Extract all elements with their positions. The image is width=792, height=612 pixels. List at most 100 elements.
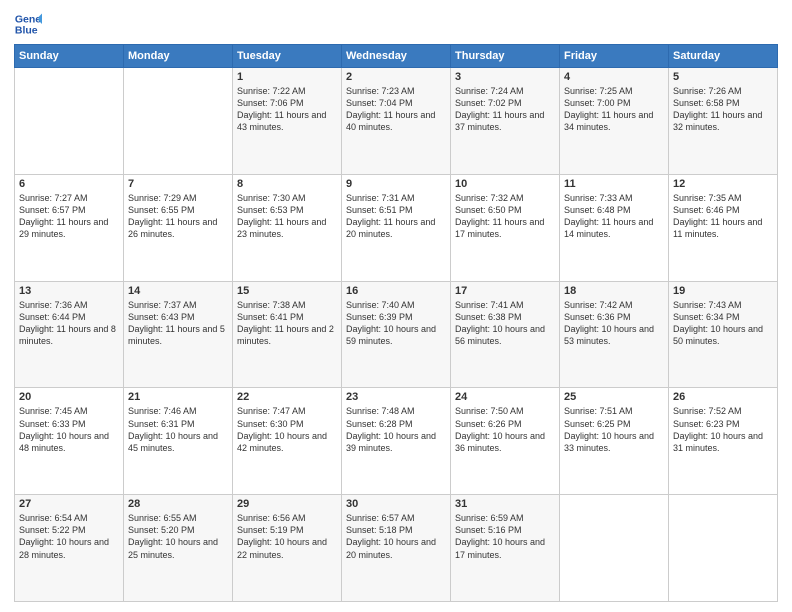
- day-cell: 30 Sunrise: 6:57 AM Sunset: 5:18 PM Dayli…: [342, 495, 451, 602]
- day-cell: 12 Sunrise: 7:35 AM Sunset: 6:46 PM Dayli…: [669, 174, 778, 281]
- calendar-table: SundayMondayTuesdayWednesdayThursdayFrid…: [14, 44, 778, 602]
- cell-info: Sunrise: 7:47 AM Sunset: 6:30 PM Dayligh…: [237, 405, 337, 454]
- cell-info: Sunrise: 7:29 AM Sunset: 6:55 PM Dayligh…: [128, 192, 228, 241]
- day-number: 3: [455, 71, 555, 83]
- day-cell: 14Sunrise: 7:37 AM Sunset: 6:43 PM Dayli…: [124, 281, 233, 388]
- day-cell: 29Sunrise: 6:56 AM Sunset: 5:19 PM Dayli…: [233, 495, 342, 602]
- week-row-3: 13 Sunrise: 7:36 AM Sunset: 6:44 PM Dayli…: [15, 281, 778, 388]
- cell-info: Sunrise: 7:37 AM Sunset: 6:43 PM Dayligh…: [128, 299, 228, 348]
- cell-info: Sunrise: 6:54 AM Sunset: 5:22 PM Dayligh…: [19, 512, 119, 561]
- day-cell: 13 Sunrise: 7:36 AM Sunset: 6:44 PM Dayli…: [15, 281, 124, 388]
- day-number: 12: [673, 178, 773, 190]
- day-cell: 27 Sunrise: 6:54 AM Sunset: 5:22 PM Dayli…: [15, 495, 124, 602]
- cell-info: Sunrise: 7:36 AM Sunset: 6:44 PM Dayligh…: [19, 299, 119, 348]
- day-cell: 8 Sunrise: 7:30 AM Sunset: 6:53 PM Daylig…: [233, 174, 342, 281]
- day-cell: [15, 68, 124, 175]
- day-cell: [669, 495, 778, 602]
- day-cell: 17 Sunrise: 7:41 AM Sunset: 6:38 PM Dayli…: [451, 281, 560, 388]
- day-cell: 11Sunrise: 7:33 AM Sunset: 6:48 PM Dayli…: [560, 174, 669, 281]
- cell-info: Sunrise: 7:38 AM Sunset: 6:41 PM Dayligh…: [237, 299, 337, 348]
- cell-info: Sunrise: 7:45 AM Sunset: 6:33 PM Dayligh…: [19, 405, 119, 454]
- week-row-4: 20 Sunrise: 7:45 AM Sunset: 6:33 PM Dayli…: [15, 388, 778, 495]
- cell-info: Sunrise: 7:43 AM Sunset: 6:34 PM Dayligh…: [673, 299, 773, 348]
- day-number: 24: [455, 391, 555, 403]
- logo: General Blue: [14, 10, 46, 38]
- day-number: 30: [346, 498, 446, 510]
- cell-info: Sunrise: 7:52 AM Sunset: 6:23 PM Dayligh…: [673, 405, 773, 454]
- day-cell: 1 Sunrise: 7:22 AM Sunset: 7:06 PM Daylig…: [233, 68, 342, 175]
- cell-info: Sunrise: 6:55 AM Sunset: 5:20 PM Dayligh…: [128, 512, 228, 561]
- cell-info: Sunrise: 7:26 AM Sunset: 6:58 PM Dayligh…: [673, 85, 773, 134]
- day-number: 31: [455, 498, 555, 510]
- day-cell: 6 Sunrise: 7:27 AM Sunset: 6:57 PM Daylig…: [15, 174, 124, 281]
- cell-info: Sunrise: 7:33 AM Sunset: 6:48 PM Dayligh…: [564, 192, 664, 241]
- day-number: 26: [673, 391, 773, 403]
- day-cell: 22 Sunrise: 7:47 AM Sunset: 6:30 PM Dayli…: [233, 388, 342, 495]
- day-number: 5: [673, 71, 773, 83]
- cell-info: Sunrise: 7:25 AM Sunset: 7:00 PM Dayligh…: [564, 85, 664, 134]
- day-cell: 7 Sunrise: 7:29 AM Sunset: 6:55 PM Daylig…: [124, 174, 233, 281]
- svg-text:Blue: Blue: [15, 25, 38, 37]
- day-cell: 21 Sunrise: 7:46 AM Sunset: 6:31 PM Dayli…: [124, 388, 233, 495]
- day-number: 2: [346, 71, 446, 83]
- day-number: 25: [564, 391, 664, 403]
- day-number: 21: [128, 391, 228, 403]
- cell-info: Sunrise: 7:30 AM Sunset: 6:53 PM Dayligh…: [237, 192, 337, 241]
- cell-info: Sunrise: 6:57 AM Sunset: 5:18 PM Dayligh…: [346, 512, 446, 561]
- day-cell: 4Sunrise: 7:25 AM Sunset: 7:00 PM Daylig…: [560, 68, 669, 175]
- cell-info: Sunrise: 7:46 AM Sunset: 6:31 PM Dayligh…: [128, 405, 228, 454]
- cell-info: Sunrise: 7:24 AM Sunset: 7:02 PM Dayligh…: [455, 85, 555, 134]
- day-cell: 19Sunrise: 7:43 AM Sunset: 6:34 PM Dayli…: [669, 281, 778, 388]
- day-number: 6: [19, 178, 119, 190]
- weekday-monday: Monday: [124, 45, 233, 68]
- day-number: 8: [237, 178, 337, 190]
- day-cell: 18 Sunrise: 7:42 AM Sunset: 6:36 PM Dayli…: [560, 281, 669, 388]
- day-number: 20: [19, 391, 119, 403]
- cell-info: Sunrise: 7:48 AM Sunset: 6:28 PM Dayligh…: [346, 405, 446, 454]
- weekday-thursday: Thursday: [451, 45, 560, 68]
- day-number: 23: [346, 391, 446, 403]
- svg-text:General: General: [15, 13, 42, 25]
- day-cell: 3 Sunrise: 7:24 AM Sunset: 7:02 PM Daylig…: [451, 68, 560, 175]
- week-row-1: 1 Sunrise: 7:22 AM Sunset: 7:06 PM Daylig…: [15, 68, 778, 175]
- logo-icon: General Blue: [14, 10, 42, 38]
- day-number: 9: [346, 178, 446, 190]
- day-number: 1: [237, 71, 337, 83]
- day-cell: 24 Sunrise: 7:50 AM Sunset: 6:26 PM Dayli…: [451, 388, 560, 495]
- cell-info: Sunrise: 7:23 AM Sunset: 7:04 PM Dayligh…: [346, 85, 446, 134]
- cell-info: Sunrise: 7:22 AM Sunset: 7:06 PM Dayligh…: [237, 85, 337, 134]
- cell-info: Sunrise: 6:59 AM Sunset: 5:16 PM Dayligh…: [455, 512, 555, 561]
- day-number: 10: [455, 178, 555, 190]
- day-cell: 15 Sunrise: 7:38 AM Sunset: 6:41 PM Dayli…: [233, 281, 342, 388]
- day-cell: 9 Sunrise: 7:31 AM Sunset: 6:51 PM Daylig…: [342, 174, 451, 281]
- cell-info: Sunrise: 7:50 AM Sunset: 6:26 PM Dayligh…: [455, 405, 555, 454]
- day-number: 16: [346, 285, 446, 297]
- day-number: 27: [19, 498, 119, 510]
- day-cell: 5 Sunrise: 7:26 AM Sunset: 6:58 PM Daylig…: [669, 68, 778, 175]
- day-cell: 28Sunrise: 6:55 AM Sunset: 5:20 PM Dayli…: [124, 495, 233, 602]
- day-cell: 31 Sunrise: 6:59 AM Sunset: 5:16 PM Dayli…: [451, 495, 560, 602]
- day-cell: 26 Sunrise: 7:52 AM Sunset: 6:23 PM Dayli…: [669, 388, 778, 495]
- day-cell: 20 Sunrise: 7:45 AM Sunset: 6:33 PM Dayli…: [15, 388, 124, 495]
- day-cell: 2 Sunrise: 7:23 AM Sunset: 7:04 PM Daylig…: [342, 68, 451, 175]
- day-number: 7: [128, 178, 228, 190]
- day-cell: 16Sunrise: 7:40 AM Sunset: 6:39 PM Dayli…: [342, 281, 451, 388]
- day-cell: 10 Sunrise: 7:32 AM Sunset: 6:50 PM Dayli…: [451, 174, 560, 281]
- day-cell: 23 Sunrise: 7:48 AM Sunset: 6:28 PM Dayli…: [342, 388, 451, 495]
- day-number: 15: [237, 285, 337, 297]
- cell-info: Sunrise: 7:32 AM Sunset: 6:50 PM Dayligh…: [455, 192, 555, 241]
- day-cell: [560, 495, 669, 602]
- cell-info: Sunrise: 7:41 AM Sunset: 6:38 PM Dayligh…: [455, 299, 555, 348]
- weekday-header-row: SundayMondayTuesdayWednesdayThursdayFrid…: [15, 45, 778, 68]
- day-number: 22: [237, 391, 337, 403]
- cell-info: Sunrise: 7:31 AM Sunset: 6:51 PM Dayligh…: [346, 192, 446, 241]
- day-cell: 25Sunrise: 7:51 AM Sunset: 6:25 PM Dayli…: [560, 388, 669, 495]
- weekday-sunday: Sunday: [15, 45, 124, 68]
- cell-info: Sunrise: 7:35 AM Sunset: 6:46 PM Dayligh…: [673, 192, 773, 241]
- day-number: 17: [455, 285, 555, 297]
- cell-info: Sunrise: 7:27 AM Sunset: 6:57 PM Dayligh…: [19, 192, 119, 241]
- weekday-saturday: Saturday: [669, 45, 778, 68]
- day-number: 13: [19, 285, 119, 297]
- cell-info: Sunrise: 7:42 AM Sunset: 6:36 PM Dayligh…: [564, 299, 664, 348]
- day-number: 18: [564, 285, 664, 297]
